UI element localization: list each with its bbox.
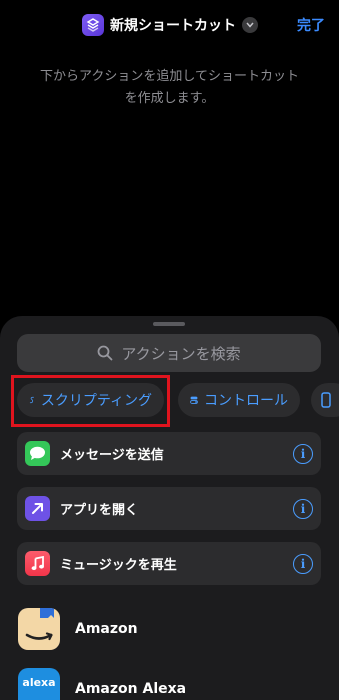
category-label: スクリプティング — [40, 393, 152, 409]
info-icon[interactable]: i — [293, 498, 313, 519]
alexa-logo-text: alexa — [22, 676, 56, 689]
app-name: Amazon — [75, 621, 138, 637]
empty-hint-text: 下からアクションを追加してショートカットを作成します。 — [40, 69, 299, 106]
search-icon — [97, 345, 113, 361]
app-item-amazon[interactable]: Amazon — [18, 607, 138, 651]
done-button[interactable]: 完了 — [297, 15, 325, 35]
category-chips: スクリプティング コントロール — [0, 383, 339, 417]
action-label: メッセージを送信 — [60, 448, 164, 463]
app-item-amazon-alexa[interactable]: alexa Amazon Alexa — [18, 667, 186, 700]
category-chip-scripting[interactable]: スクリプティング — [17, 383, 164, 417]
action-sheet: アクションを検索 スクリプティング コントロール メッセージを送信 i アプリを… — [0, 316, 339, 700]
messages-icon — [25, 441, 50, 466]
info-icon[interactable]: i — [293, 443, 313, 464]
sheet-grabber[interactable] — [153, 322, 185, 326]
action-send-message[interactable]: メッセージを送信 i — [17, 432, 321, 475]
amazon-icon — [18, 608, 60, 650]
search-placeholder: アクションを検索 — [121, 344, 241, 363]
category-label: コントロール — [204, 393, 288, 409]
search-input[interactable]: アクションを検索 — [17, 334, 321, 372]
shortcuts-app-icon — [82, 14, 104, 36]
action-label: ミュージックを再生 — [60, 558, 177, 573]
category-chip-device[interactable] — [311, 383, 339, 417]
toggle-icon — [190, 396, 198, 404]
action-open-app[interactable]: アプリを開く i — [17, 487, 321, 530]
info-icon[interactable]: i — [293, 553, 313, 574]
category-chip-control[interactable]: コントロール — [178, 383, 300, 417]
open-app-arrow-icon — [25, 496, 50, 521]
app-name: Amazon Alexa — [75, 681, 187, 697]
music-note-icon — [25, 551, 50, 576]
action-play-music[interactable]: ミュージックを再生 i — [17, 542, 321, 585]
chevron-down-icon[interactable] — [242, 17, 258, 33]
page-title: 新規ショートカット — [110, 18, 236, 34]
alexa-icon: alexa — [18, 668, 60, 700]
scripting-icon — [29, 396, 34, 404]
device-icon — [321, 392, 331, 408]
action-label: アプリを開く — [60, 503, 139, 518]
navigation-bar: 新規ショートカット 完了 — [0, 0, 339, 48]
shortcut-title-menu[interactable]: 新規ショートカット — [82, 13, 258, 37]
